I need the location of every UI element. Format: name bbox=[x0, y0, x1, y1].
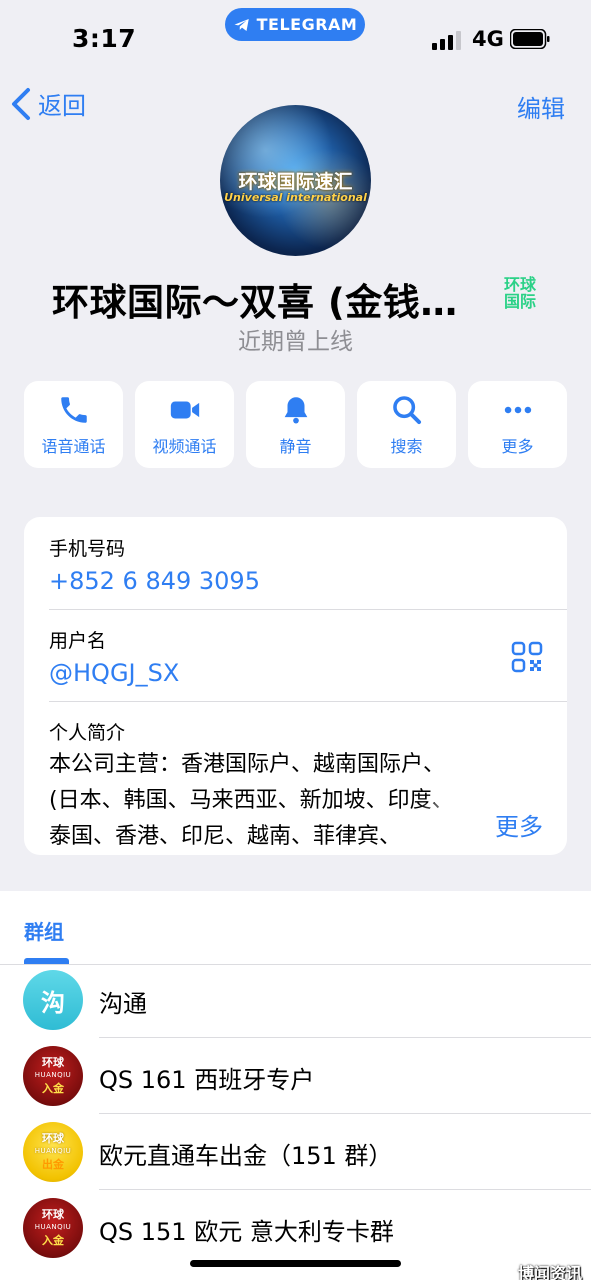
username-label: 用户名 bbox=[49, 630, 107, 652]
emoji-status-badge[interactable]: 环球 国际 bbox=[499, 276, 541, 312]
home-indicator[interactable] bbox=[190, 1260, 401, 1267]
video-call-button[interactable]: 视频通话 bbox=[135, 381, 234, 468]
group-name: QS 151 欧元 意大利专卡群 bbox=[99, 1218, 394, 1246]
video-icon bbox=[170, 401, 199, 418]
group-avatar: 环球 HUANQIU 出金 bbox=[23, 1122, 83, 1182]
back-label: 返回 bbox=[38, 92, 86, 120]
divider bbox=[49, 609, 567, 610]
group-avatar-logo: 环球 bbox=[42, 1208, 64, 1221]
group-name: 沟通 bbox=[99, 990, 147, 1018]
group-avatar: 环球 HUANQIU 入金 bbox=[23, 1198, 83, 1258]
bell-icon bbox=[284, 396, 307, 423]
group-list-item[interactable]: 沟 沟通 bbox=[0, 962, 591, 1038]
badge-line-2: 国际 bbox=[503, 292, 536, 311]
group-list-item[interactable]: 环球 HUANQIU 入金 QS 151 欧元 意大利专卡群 bbox=[0, 1190, 591, 1266]
phone-label: 手机号码 bbox=[49, 538, 126, 560]
username-row[interactable]: 用户名 @HQGJ_SX bbox=[49, 626, 567, 687]
group-list-item[interactable]: 环球 HUANQIU 入金 QS 161 西班牙专户 bbox=[0, 1038, 591, 1114]
phone-icon bbox=[60, 396, 87, 423]
group-name: 欧元直通车出金（151 群） bbox=[99, 1142, 393, 1170]
mute-label: 静音 bbox=[279, 436, 312, 456]
action-bar: 语音通话 视频通话 静音 搜索 更多 bbox=[24, 381, 567, 468]
shared-groups-panel: 群组 沟 沟通 环球 HUANQIU 入金 QS 161 西班牙专户 环球 HU… bbox=[0, 891, 591, 1280]
phone-row[interactable]: 手机号码 +852 6 849 3095 bbox=[49, 534, 567, 595]
divider bbox=[49, 701, 567, 702]
group-avatar: 环球 HUANQIU 入金 bbox=[23, 1046, 83, 1106]
group-avatar-logo-en: HUANQIU bbox=[34, 1147, 72, 1155]
group-avatar-logo: 环球 bbox=[42, 1056, 64, 1069]
qr-code-icon[interactable] bbox=[511, 641, 543, 673]
group-avatar-initial: 沟 bbox=[41, 988, 65, 1017]
group-name: QS 161 西班牙专户 bbox=[99, 1066, 315, 1094]
cellular-signal-icon bbox=[432, 31, 461, 50]
bio-row: 个人简介 本公司主营：香港国际户、越南国际户、 (日本、韩国、马来西亚、新加坡、… bbox=[49, 718, 567, 855]
group-list-item[interactable]: 环球 HUANQIU 出金 欧元直通车出金（151 群） bbox=[0, 1114, 591, 1190]
profile-name: 环球国际～双喜 (金钱… bbox=[52, 281, 458, 324]
search-button[interactable]: 搜索 bbox=[357, 381, 456, 468]
battery-icon bbox=[510, 29, 550, 49]
group-avatar-logo-en: HUANQIU bbox=[34, 1071, 72, 1079]
more-label: 更多 bbox=[501, 436, 534, 456]
status-time: 3:17 bbox=[72, 24, 137, 53]
info-card: 手机号码 +852 6 849 3095 用户名 @HQGJ_SX 个人简介 本… bbox=[24, 517, 567, 855]
more-icon bbox=[504, 406, 531, 413]
avatar-logo-cn: 环球国际速汇 bbox=[238, 171, 353, 193]
last-seen-status: 近期曾上线 bbox=[238, 329, 353, 355]
profile-avatar[interactable]: 环球国际速汇 Universal international bbox=[220, 105, 371, 256]
phone-number[interactable]: +852 6 849 3095 bbox=[49, 567, 567, 595]
chevron-left-icon bbox=[12, 87, 30, 120]
avatar-logo-en: Universal international bbox=[224, 191, 367, 204]
search-icon bbox=[392, 395, 421, 424]
group-avatar-tag: 入金 bbox=[42, 1234, 64, 1247]
group-avatar-tag: 出金 bbox=[42, 1158, 64, 1171]
mute-button[interactable]: 静音 bbox=[246, 381, 345, 468]
edit-button[interactable]: 编辑 bbox=[517, 89, 565, 124]
network-type: 4G bbox=[472, 27, 504, 51]
group-avatar-logo: 环球 bbox=[42, 1132, 64, 1145]
more-button[interactable]: 更多 bbox=[468, 381, 567, 468]
badge-line-1: 环球 bbox=[503, 275, 536, 294]
bio-fade bbox=[419, 803, 489, 839]
video-call-label: 视频通话 bbox=[152, 436, 217, 456]
back-button[interactable]: 返回 bbox=[10, 86, 86, 121]
group-avatar: 沟 bbox=[23, 970, 83, 1030]
bio-label: 个人简介 bbox=[49, 722, 126, 744]
telegram-plane-icon bbox=[234, 18, 249, 31]
group-avatar-tag: 入金 bbox=[42, 1082, 64, 1095]
status-bar: 3:17 TELEGRAM 4G bbox=[0, 0, 591, 72]
voice-call-button[interactable]: 语音通话 bbox=[24, 381, 123, 468]
username-value[interactable]: @HQGJ_SX bbox=[49, 659, 567, 687]
group-avatar-logo-en: HUANQIU bbox=[34, 1223, 72, 1231]
watermark: 博闻资讯 bbox=[518, 1264, 583, 1280]
telegram-pill-label: TELEGRAM bbox=[256, 15, 358, 34]
bio-more-link[interactable]: 更多 bbox=[491, 807, 543, 842]
telegram-return-pill[interactable]: TELEGRAM bbox=[225, 8, 365, 41]
search-label: 搜索 bbox=[390, 436, 423, 456]
voice-call-label: 语音通话 bbox=[41, 436, 106, 456]
tab-groups[interactable]: 群组 bbox=[24, 916, 64, 945]
